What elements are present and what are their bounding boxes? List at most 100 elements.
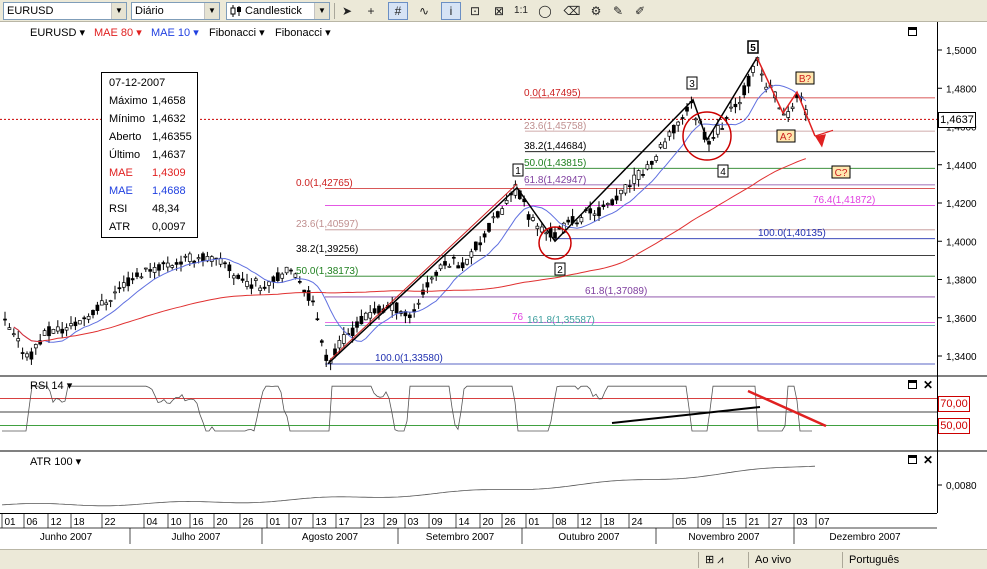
atr-panel-label[interactable]: ATR 100 ▾ bbox=[30, 455, 81, 468]
day-label: 01 bbox=[4, 517, 16, 528]
chart-type-select-value: Candlestick bbox=[245, 5, 302, 17]
candle-body bbox=[645, 164, 650, 170]
close-icon[interactable]: ✕ bbox=[923, 379, 933, 391]
wave-label: 5 bbox=[750, 43, 756, 54]
candle-body bbox=[451, 256, 456, 259]
day-label: 13 bbox=[315, 517, 327, 528]
candle-body bbox=[680, 117, 685, 119]
candle-body bbox=[337, 340, 342, 349]
period-select[interactable]: Diário ▼ bbox=[131, 2, 220, 20]
candle-body bbox=[421, 289, 425, 295]
grid-icon[interactable]: # bbox=[388, 2, 408, 20]
indicator-menu-fibonacci-1[interactable]: Fibonacci ▾ bbox=[209, 26, 265, 39]
candle-body bbox=[143, 267, 148, 270]
candle-body bbox=[183, 255, 188, 258]
one-to-one-button[interactable]: 1:1 bbox=[511, 2, 531, 20]
candle-body bbox=[531, 217, 535, 221]
candle-body bbox=[201, 253, 205, 262]
price-tick-label: 1,5000 bbox=[946, 46, 977, 57]
candle-body bbox=[438, 264, 443, 270]
candle-body bbox=[416, 302, 421, 305]
fibonacci-label: 161.8(1,35587) bbox=[527, 315, 595, 326]
day-label: 01 bbox=[269, 517, 281, 528]
candle-body bbox=[636, 170, 641, 180]
info-row: Aberto 1,46355 bbox=[109, 131, 192, 143]
tools-icon[interactable]: ✎ bbox=[608, 2, 628, 20]
candle-body bbox=[649, 160, 654, 165]
candle-body bbox=[447, 265, 452, 268]
corrective-wave-line bbox=[756, 57, 816, 137]
candle-body bbox=[77, 320, 82, 325]
candle-body bbox=[311, 300, 315, 303]
day-label: 22 bbox=[104, 517, 116, 528]
candle-body bbox=[482, 233, 487, 238]
wave-icon[interactable]: ∿ bbox=[414, 2, 434, 20]
rsi-line bbox=[2, 385, 812, 432]
candle-body bbox=[746, 75, 751, 87]
crosshair-icon[interactable]: + bbox=[361, 2, 381, 20]
day-label: 04 bbox=[146, 517, 158, 528]
maximize-icon[interactable] bbox=[908, 455, 917, 464]
edit-icon[interactable]: ✐ bbox=[630, 2, 650, 20]
candle-body bbox=[465, 258, 469, 265]
ellipse-icon[interactable]: ◯ bbox=[535, 2, 555, 20]
fibonacci-label: 50.0(1,38173) bbox=[296, 266, 358, 277]
rsi-panel-label[interactable]: RSI 14 ▾ bbox=[30, 379, 72, 392]
symbol-select-value: EURUSD bbox=[7, 5, 54, 17]
candle-body bbox=[55, 326, 60, 332]
candle-body bbox=[148, 269, 153, 272]
day-label: 12 bbox=[50, 517, 62, 528]
maximize-icon[interactable] bbox=[908, 380, 917, 389]
wave-label: 2 bbox=[557, 265, 563, 276]
eraser-icon[interactable]: ⌫ bbox=[562, 2, 582, 20]
cursor-icon[interactable]: ➤ bbox=[337, 2, 357, 20]
maximize-icon[interactable] bbox=[908, 27, 917, 36]
candle-body bbox=[139, 276, 144, 279]
candle-body bbox=[535, 225, 540, 230]
candle-body bbox=[663, 141, 667, 149]
time-axis[interactable]: 01 06 12 18 22 04 10 16 20 26 01 07 13 17 23 29 03 09 14 20… bbox=[0, 513, 937, 544]
candle-body bbox=[262, 286, 267, 289]
symbol-select[interactable]: EURUSD ▼ bbox=[3, 2, 127, 20]
indicator-menu-eurusd[interactable]: EURUSD ▾ bbox=[30, 26, 85, 39]
day-label: 17 bbox=[338, 517, 350, 528]
settings-icon[interactable]: ⚙ bbox=[586, 2, 606, 20]
price-axis-svg: 1,50001,48001,46001,44001,42001,40001,38… bbox=[938, 46, 987, 492]
current-price-tag: 1,4637 bbox=[938, 112, 976, 128]
candle-body bbox=[236, 274, 241, 279]
language-status[interactable]: Português bbox=[842, 552, 936, 568]
candle-body bbox=[25, 353, 29, 358]
candle-body bbox=[91, 309, 95, 316]
day-label: 16 bbox=[192, 517, 204, 528]
candle-body bbox=[456, 265, 461, 269]
day-label: 18 bbox=[603, 517, 615, 528]
info-icon[interactable]: i bbox=[441, 2, 461, 20]
candle-body bbox=[553, 232, 557, 239]
price-axis[interactable]: 1,5000 1,4800 1,4600 1,4400 1,4200 1,4000 1,38… bbox=[937, 22, 987, 513]
indicator-menu-mae80[interactable]: MAE 80 ▾ bbox=[94, 26, 142, 39]
price-tick-label: 1,3400 bbox=[946, 352, 977, 363]
candle-body bbox=[544, 232, 549, 235]
candle-body bbox=[20, 352, 25, 354]
candlestick-icon bbox=[230, 5, 241, 17]
candle-body bbox=[231, 275, 236, 279]
month-label: Setembro 2007 bbox=[426, 532, 495, 543]
candle-body bbox=[359, 315, 364, 325]
candle-body bbox=[363, 312, 368, 321]
candle-body bbox=[174, 262, 179, 265]
month-label: Outubro 2007 bbox=[558, 532, 620, 543]
candle-body bbox=[135, 272, 139, 277]
indicator-menu-fibonacci-2[interactable]: Fibonacci ▾ bbox=[275, 26, 331, 39]
toolbar: EURUSD ▼ Diário ▼ Candlestick ▼ ➤ + # ∿ … bbox=[0, 0, 987, 22]
zoom-icon[interactable]: ⊡ bbox=[465, 2, 485, 20]
chevron-down-icon: ▼ bbox=[204, 3, 219, 19]
candle-body bbox=[614, 195, 619, 201]
fibonacci-label: 100.0(1,40135) bbox=[758, 228, 826, 239]
candle-body bbox=[610, 199, 615, 206]
candle-body bbox=[654, 156, 659, 161]
candle-body bbox=[469, 251, 474, 258]
zoom-out-icon[interactable]: ⊠ bbox=[489, 2, 509, 20]
chart-type-select[interactable]: Candlestick ▼ bbox=[226, 2, 330, 20]
close-icon[interactable]: ✕ bbox=[923, 454, 933, 466]
indicator-menu-mae10[interactable]: MAE 10 ▾ bbox=[151, 26, 199, 39]
